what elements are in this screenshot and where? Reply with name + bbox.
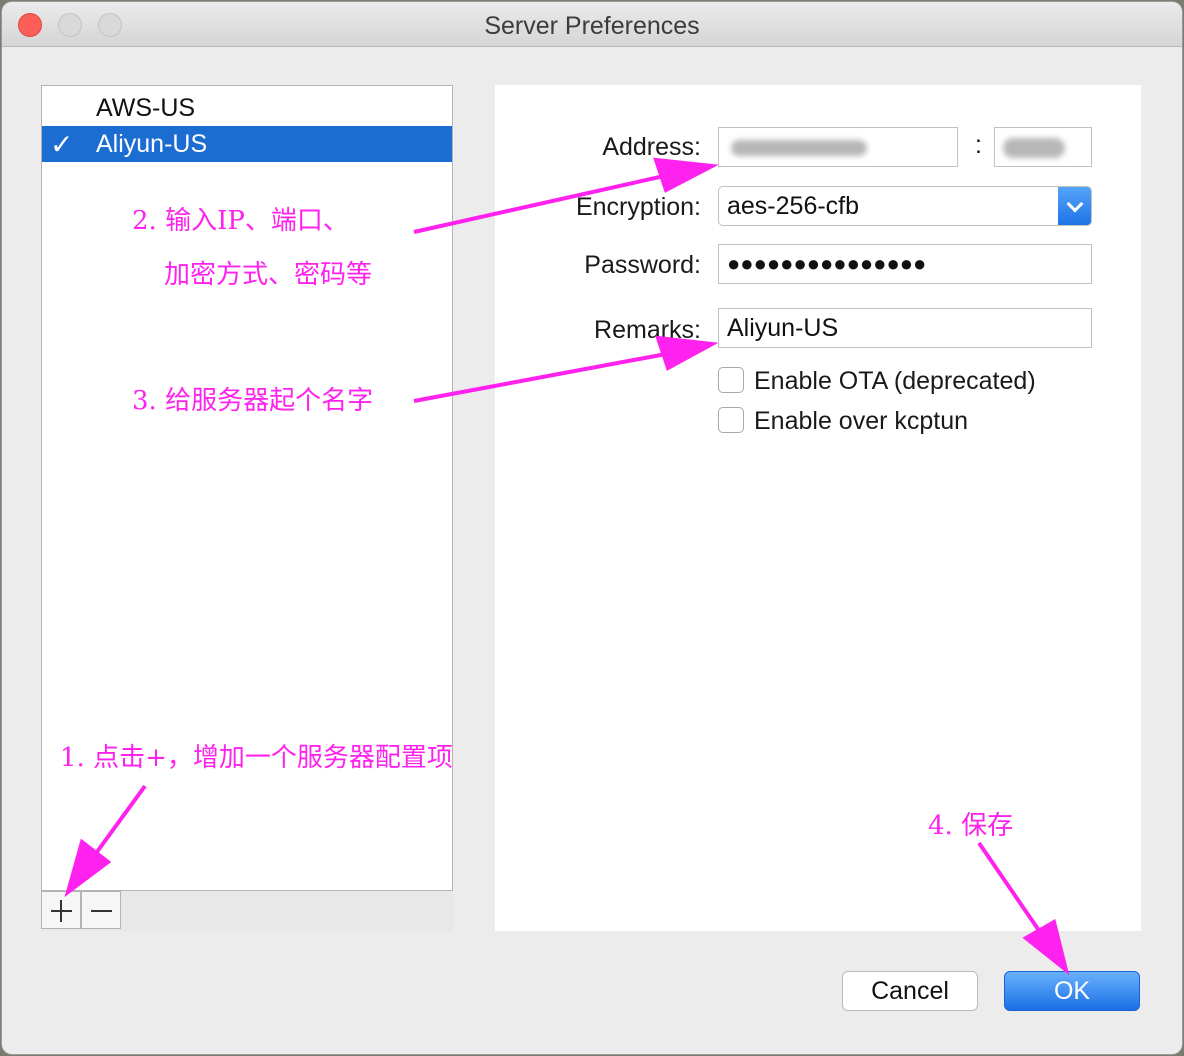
arrowhead-ok — [1022, 918, 1070, 976]
arrowhead-address — [653, 157, 719, 193]
arrow-to-add — [92, 784, 147, 858]
arrow-to-ok — [977, 841, 1042, 934]
arrowhead-add — [64, 838, 112, 898]
arrowhead-remarks — [655, 335, 719, 371]
arrow-to-address — [413, 174, 665, 234]
arrow-to-remarks — [413, 352, 667, 403]
annotation-arrows — [64, 157, 1070, 976]
